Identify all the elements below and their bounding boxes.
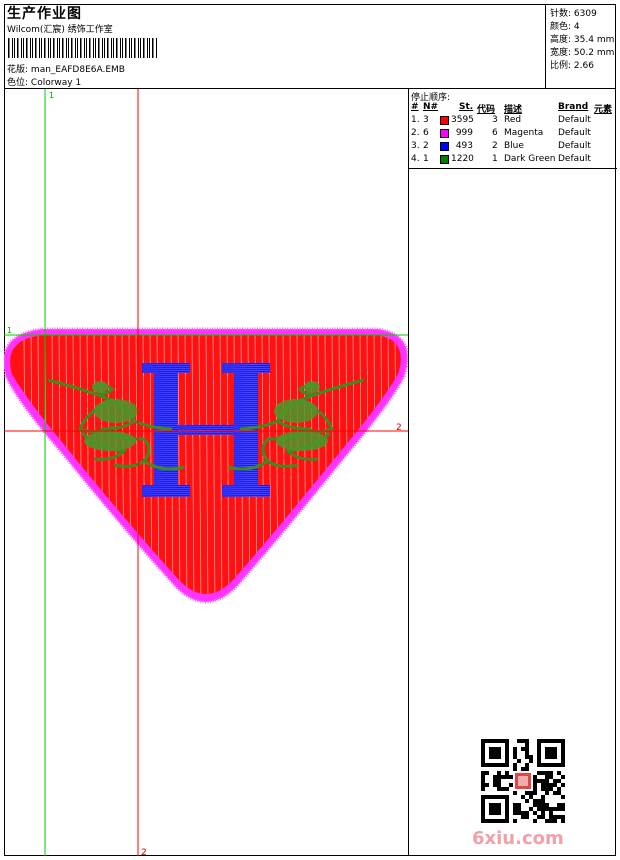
colorway-value: Colorway 1 xyxy=(30,78,82,88)
thread-needle: 1 xyxy=(423,154,429,164)
thread-code: 6 xyxy=(492,128,498,138)
page-title: 生产作业图 xyxy=(7,6,82,22)
guide-v2-label: 2 xyxy=(141,848,147,856)
stats-box: 针数: 6309 颜色: 4 高度: 35.4 mm 宽度: 50.2 mm 比… xyxy=(545,4,617,88)
thread-number: 3. xyxy=(411,141,420,151)
thread-number: 4. xyxy=(411,154,420,164)
col-element: 元素 xyxy=(594,105,613,115)
stat-height: 高度: 35.4 mm xyxy=(550,35,615,45)
colorway-row: 色位: Colorway 1 xyxy=(7,75,81,88)
guide-h2-label: 2 xyxy=(396,423,402,433)
guide-v1-label: 1 xyxy=(49,91,54,100)
thread-desc: Magenta xyxy=(504,128,544,138)
thread-brand: Default xyxy=(558,141,591,151)
red-fill xyxy=(10,335,401,594)
thread-code: 3 xyxy=(492,115,498,125)
thread-brand: Default xyxy=(558,128,591,138)
stat-colors: 颜色: 4 xyxy=(550,22,580,32)
thread-desc: Dark Green xyxy=(504,154,556,164)
thread-code: 2 xyxy=(492,141,498,151)
thread-stitches: 1220 xyxy=(451,154,474,164)
thread-color-swatch xyxy=(440,155,449,164)
col-n: N# xyxy=(423,102,439,112)
thread-color-swatch xyxy=(440,116,449,125)
design-name-row: 花版: man_EAFD8E6A.EMB xyxy=(7,62,125,75)
stat-scale: 比例: 2.66 xyxy=(550,61,594,71)
thread-desc: Blue xyxy=(504,141,524,151)
thread-brand: Default xyxy=(558,115,591,125)
thread-number: 2. xyxy=(411,128,420,138)
design-label: 花版: xyxy=(7,65,29,75)
design-canvas: 1 1 2 2 xyxy=(4,89,408,856)
thread-desc: Red xyxy=(504,115,522,125)
thread-row: 4. 1 1220 1 Dark Green Default xyxy=(409,154,617,167)
thread-row: 2. 6 999 6 Magenta Default xyxy=(409,128,617,141)
col-brand: Brand xyxy=(558,102,589,112)
barcode xyxy=(8,38,157,58)
thread-brand: Default xyxy=(558,154,591,164)
watermark-text: 6xiu.com xyxy=(472,828,564,849)
panel-divider xyxy=(409,168,617,169)
thread-row: 1. 3 3595 3 Red Default xyxy=(409,115,617,128)
thread-needle: 2 xyxy=(423,141,429,151)
thread-stitches: 999 xyxy=(455,128,473,138)
col-desc: 描述 xyxy=(504,105,523,115)
thread-color-swatch xyxy=(440,142,449,151)
stat-width: 宽度: 50.2 mm xyxy=(550,48,615,58)
company-name: Wilcom(汇宸) 绣饰工作室 xyxy=(7,25,113,35)
colorway-label: 色位: xyxy=(7,78,29,88)
thread-number: 1. xyxy=(411,115,420,125)
thread-stitches: 3595 xyxy=(451,115,474,125)
col-hash: # xyxy=(411,102,419,112)
col-stitches: St. xyxy=(459,102,474,112)
col-code: 代码 xyxy=(477,105,496,115)
thread-row: 3. 2 493 2 Blue Default xyxy=(409,141,617,154)
guide-h1-label: 1 xyxy=(7,326,12,335)
thread-code: 1 xyxy=(492,154,498,164)
thread-needle: 3 xyxy=(423,115,429,125)
design-value: man_EAFD8E6A.EMB xyxy=(30,65,125,75)
thread-color-swatch xyxy=(440,129,449,138)
thread-stitches: 493 xyxy=(455,141,473,151)
thread-needle: 6 xyxy=(423,128,429,138)
qr-code xyxy=(481,739,565,823)
stat-stitches: 针数: 6309 xyxy=(550,9,597,19)
